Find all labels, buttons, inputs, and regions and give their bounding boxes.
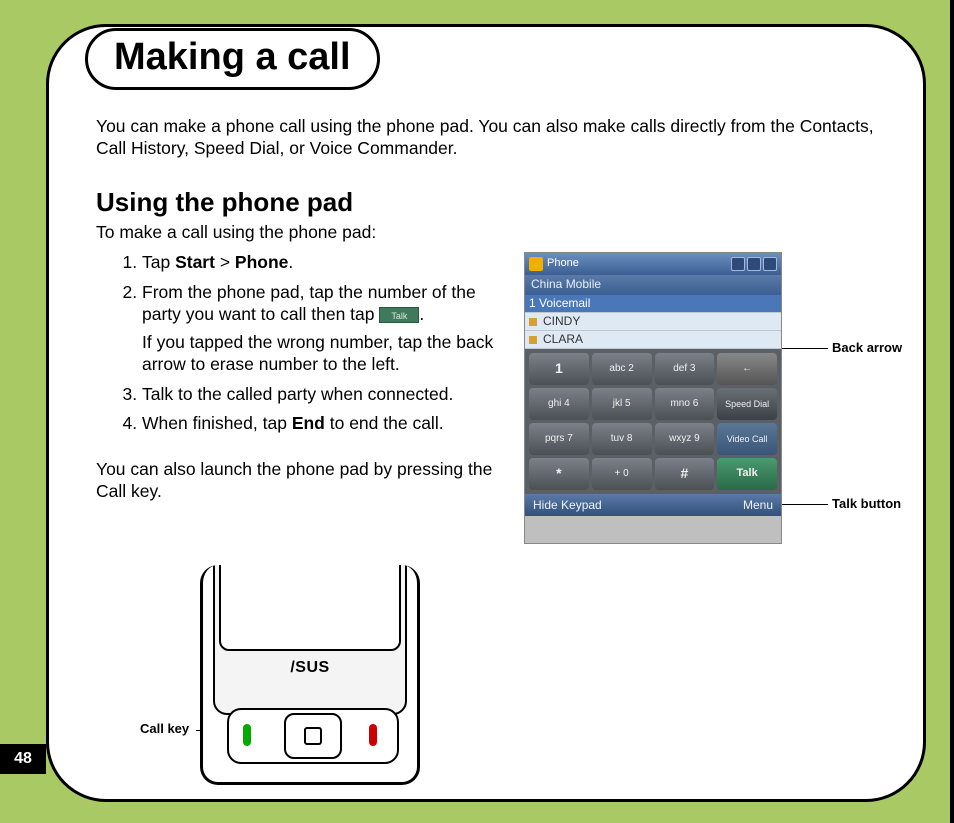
page-edge: [950, 0, 954, 823]
list-item-label: CLARA: [543, 332, 583, 347]
step-3: Talk to the called party when connected.: [142, 384, 506, 406]
key-9: wxyz 9: [655, 423, 715, 455]
key-0: + 0: [592, 458, 652, 490]
key-talk: Talk: [717, 458, 777, 490]
section-lead: To make a call using the phone pad:: [96, 222, 902, 244]
steps-list: Tap Start > Phone. From the phone pad, t…: [142, 252, 506, 435]
device-logo: /SUS: [290, 659, 329, 677]
device-screen: [219, 565, 401, 651]
key-8: tuv 8: [592, 423, 652, 455]
key-hash: #: [655, 458, 715, 490]
carrier-label: China Mobile: [525, 275, 781, 295]
key-5: jkl 5: [592, 388, 652, 420]
keypad: 1 abc 2 def 3 ← ghi 4 jkl 5 mno 6 Speed …: [525, 349, 781, 494]
contact-dot-icon: [529, 318, 537, 326]
call-key-indicator: [243, 724, 251, 746]
dpad-center: [304, 727, 322, 745]
callout-call-key: Call key: [140, 721, 189, 736]
screenshot-titlebar: Phone: [525, 253, 781, 275]
key-6: mno 6: [655, 388, 715, 420]
callout-line-back-arrow: [782, 348, 828, 349]
key-4: ghi 4: [529, 388, 589, 420]
contact-dot-icon: [529, 336, 537, 344]
callout-line-talk: [782, 504, 828, 505]
after-steps-text: You can also launch the phone pad by pre…: [96, 459, 506, 503]
step-4-pre: When finished, tap: [142, 413, 292, 433]
step-1-dot: .: [288, 252, 293, 272]
step-2-text-b: .: [419, 304, 424, 324]
list-item: 1 Voicemail: [525, 295, 781, 313]
page-number: 48: [0, 744, 46, 774]
list-item: CLARA: [525, 331, 781, 349]
contact-list: 1 Voicemail CINDY CLARA: [525, 295, 781, 349]
key-back-arrow: ←: [717, 353, 777, 385]
signal-icon: [731, 257, 745, 271]
device-illustration: Call key /SUS: [140, 565, 540, 785]
callout-back-arrow: Back arrow: [832, 340, 902, 356]
key-3: def 3: [655, 353, 715, 385]
page-title: Making a call: [85, 28, 380, 90]
end-key-indicator: [369, 724, 377, 746]
key-video-call: Video Call: [717, 423, 777, 455]
key-star: *: [529, 458, 589, 490]
section-heading: Using the phone pad: [96, 186, 902, 219]
callout-talk-button: Talk button: [832, 496, 901, 512]
step-1: Tap Start > Phone.: [142, 252, 506, 274]
key-1: 1: [529, 353, 589, 385]
intro-text: You can make a phone call using the phon…: [96, 116, 902, 160]
step-1-phone: Phone: [235, 252, 288, 272]
screenshot-column: Phone China Mobile 1 Voicemail CINDY CLA…: [524, 252, 902, 503]
step-4-end: End: [292, 413, 325, 433]
dpad: [284, 713, 342, 759]
talk-button-inline-icon: Talk: [379, 307, 419, 323]
content-area: You can make a phone call using the phon…: [96, 116, 902, 503]
key-speed-dial: Speed Dial: [717, 388, 777, 420]
step-2-text-a: From the phone pad, tap the number of th…: [142, 282, 476, 324]
step-2-note: If you tapped the wrong number, tap the …: [142, 332, 506, 376]
device-body: /SUS: [200, 565, 420, 785]
step-1-sep: >: [215, 252, 235, 272]
list-item-label: CINDY: [543, 314, 580, 329]
key-7: pqrs 7: [529, 423, 589, 455]
close-icon: [763, 257, 777, 271]
step-1-start: Start: [175, 252, 215, 272]
list-item: CINDY: [525, 313, 781, 331]
volume-icon: [747, 257, 761, 271]
titlebar-status-icons: [731, 257, 777, 271]
key-2: abc 2: [592, 353, 652, 385]
phone-screenshot: Phone China Mobile 1 Voicemail CINDY CLA…: [524, 252, 782, 544]
step-4: When finished, tap End to end the call.: [142, 413, 506, 435]
step-4-post: to end the call.: [325, 413, 444, 433]
step-2: From the phone pad, tap the number of th…: [142, 282, 506, 376]
softkey-bar: Hide Keypad Menu: [525, 494, 781, 516]
softkey-right: Menu: [743, 498, 773, 513]
titlebar-app-name: Phone: [547, 257, 579, 271]
softkey-left: Hide Keypad: [533, 498, 602, 513]
windows-flag-icon: [529, 257, 543, 271]
step-1-text-a: Tap: [142, 252, 175, 272]
steps-column: Tap Start > Phone. From the phone pad, t…: [96, 252, 506, 503]
